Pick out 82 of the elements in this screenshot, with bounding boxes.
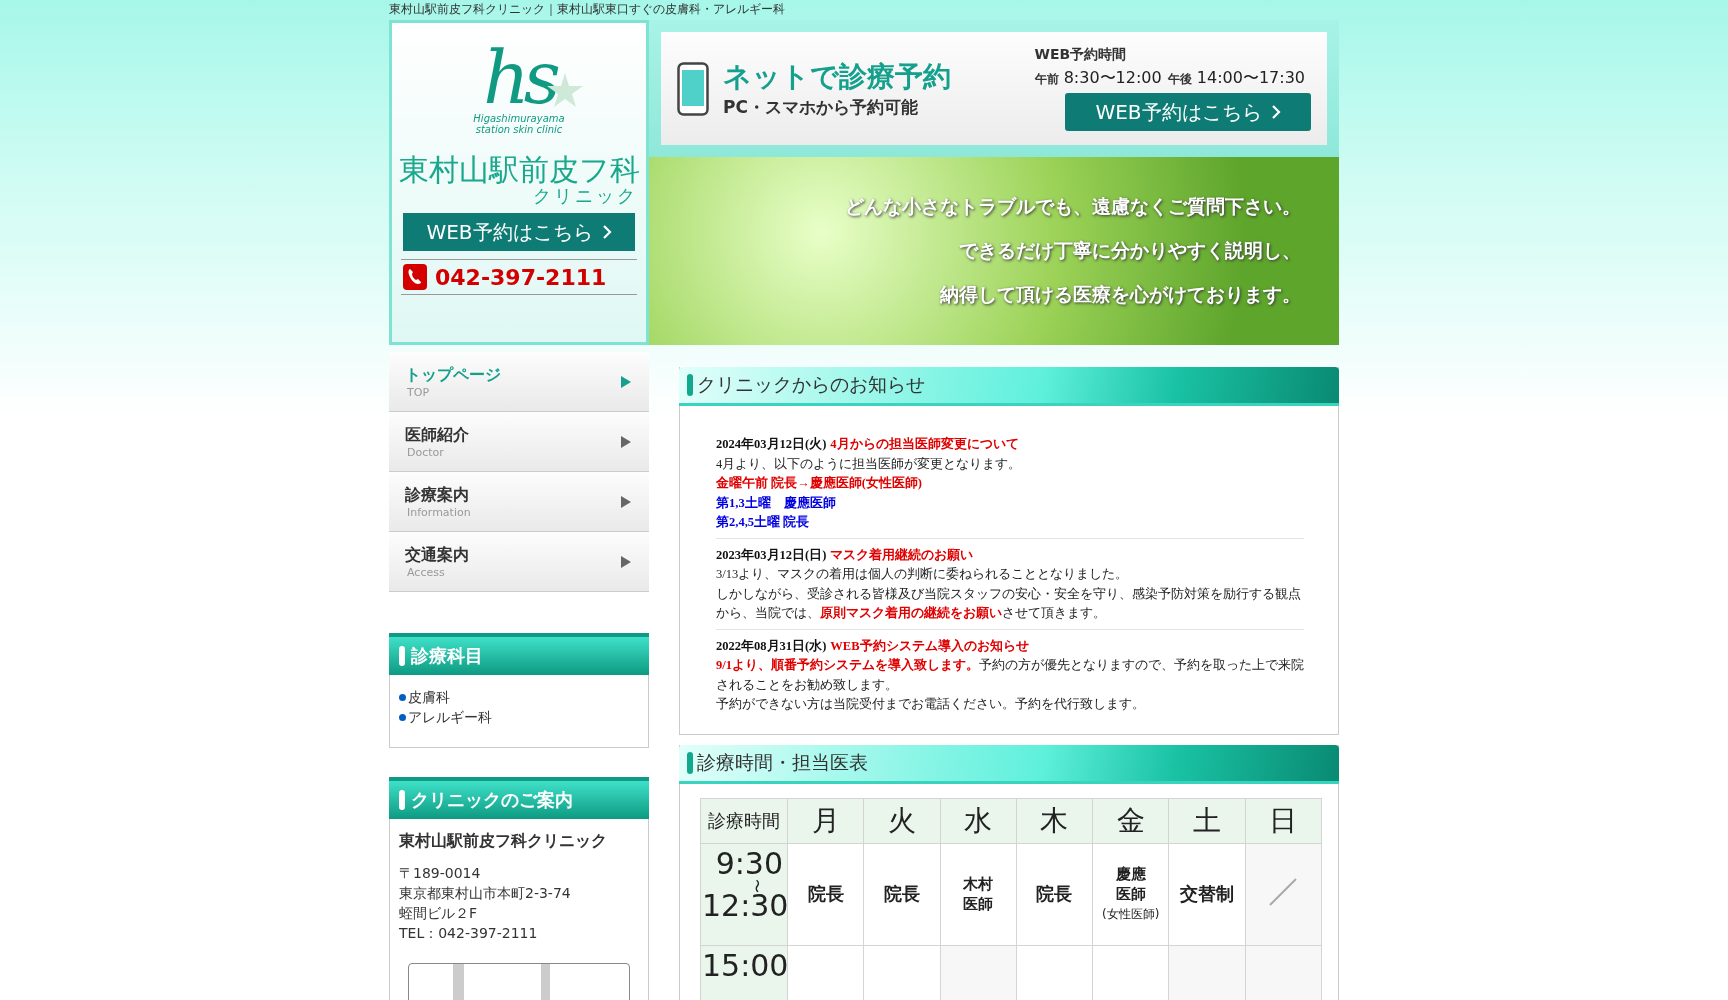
pm-label: 午後 bbox=[1167, 72, 1192, 86]
news-text: 第1,3土曜 慶應医師 bbox=[716, 494, 837, 512]
table-cell: 木村 医師 bbox=[940, 843, 1017, 945]
nav-label: 医師紹介 bbox=[405, 424, 470, 446]
table-cell: 院長 bbox=[787, 843, 864, 945]
address-line: 〒189-0014 bbox=[399, 864, 482, 883]
nav-sublabel: Access bbox=[407, 565, 446, 579]
table-header: 診療時間 bbox=[700, 798, 788, 843]
reservation-subline: PC・スマホから予約可能 bbox=[723, 96, 919, 119]
am-label: 午前 bbox=[1034, 72, 1059, 86]
news-text: 9/1より、順番予約システムを導入致します。予約の方が優先となりますので、予約を取った上で来院されることをお勧め致します。 bbox=[716, 657, 1304, 694]
department-item: アレルギー科 bbox=[408, 708, 492, 727]
news-text: 4月より、以下のように担当医師が変更となります。 bbox=[716, 455, 1023, 473]
department-item: 皮膚科 bbox=[408, 688, 450, 707]
section-title: 診療時間・担当医表 bbox=[697, 749, 868, 775]
banner-text: 納得して頂ける医療を心がけております。 bbox=[940, 282, 1301, 307]
web-reservation-button[interactable]: WEB予約はこちら bbox=[1065, 93, 1311, 131]
address-line: 蛭間ビル２F bbox=[399, 904, 479, 923]
slash-icon bbox=[1269, 877, 1298, 906]
table-cell: 院長 bbox=[863, 843, 941, 945]
news-text: 3/13より、マスクの着用は個人の判断に委ねられることとなりました。 bbox=[716, 566, 1130, 583]
news-date: 2023年03月12日(日) bbox=[716, 546, 827, 564]
pill-icon bbox=[687, 751, 693, 774]
banner-text: どんな小さなトラブルでも、遠慮なくご質問下さい。 bbox=[845, 194, 1301, 219]
chevron-icon bbox=[1271, 105, 1281, 119]
news-text: 第2,4,5土曜 院長 bbox=[716, 514, 811, 531]
section-title: クリニックのご案内 bbox=[411, 788, 573, 812]
news-date: 2024年03月12日(火) bbox=[716, 436, 827, 453]
phone-icon bbox=[403, 264, 427, 290]
news-text: 金曜午前 院長→慶應医師(女性医師) bbox=[716, 475, 923, 492]
table-header: 日 bbox=[1245, 798, 1322, 843]
pm-hours: 14:00〜17:30 bbox=[1196, 68, 1305, 87]
news-date: 2022年08月31日(水) bbox=[716, 637, 827, 655]
clinic-info-name: 東村山駅前皮フ科クリニック bbox=[399, 831, 608, 851]
reservation-headline: ネットで診療予約 bbox=[723, 59, 951, 95]
phone-number: 042-397-2111 bbox=[435, 264, 607, 290]
nav-label: トップページ bbox=[405, 364, 502, 386]
web-reservation-button[interactable]: WEB予約はこちら bbox=[403, 213, 635, 251]
clinic-name: 東村山駅前皮フ科 bbox=[398, 153, 640, 187]
table-header: 月 bbox=[787, 798, 864, 843]
table-header: 水 bbox=[940, 798, 1017, 843]
nav-label: 交通案内 bbox=[405, 544, 470, 566]
section-title: クリニックからのお知らせ bbox=[697, 372, 925, 397]
table-cell: 院長 bbox=[1016, 843, 1093, 945]
nav-label: 診療案内 bbox=[405, 484, 470, 506]
table-header: 土 bbox=[1168, 798, 1246, 843]
news-title: マスク着用継続のお願い bbox=[830, 546, 974, 564]
table-cell: 交替制 bbox=[1168, 843, 1246, 945]
logo-roman-text: Higashimurayama station skin clinic bbox=[473, 113, 565, 135]
triangle-icon bbox=[621, 375, 631, 388]
news-title: 4月からの担当医師変更について bbox=[830, 435, 1019, 453]
time-cell: 9:30 〜 12:30 bbox=[700, 843, 788, 945]
chevron-icon bbox=[602, 225, 612, 239]
pill-icon bbox=[687, 374, 693, 396]
news-text: 予約ができない方は当院受付までお電話ください。予約を代行致します。 bbox=[716, 696, 1146, 713]
news-text: しかしながら、受診される皆様及び当院スタッフの安心・安全を守り、感染予防対策を励行する観点から、当院では、原則マスク着用の継続をお願いさせて頂きます。 bbox=[716, 585, 1302, 622]
time-cell: 15:00 bbox=[700, 945, 788, 1000]
news-title: WEB予約システム導入のお知らせ bbox=[830, 637, 1029, 655]
logo-monogram: hs bbox=[483, 43, 555, 113]
hours-title: WEB予約時間 bbox=[1034, 46, 1128, 64]
table-header: 木 bbox=[1016, 798, 1093, 843]
pill-icon bbox=[399, 790, 405, 810]
pill-icon bbox=[399, 646, 405, 666]
triangle-icon bbox=[621, 555, 631, 568]
section-title: 診療科目 bbox=[411, 644, 483, 668]
table-header: 火 bbox=[863, 798, 941, 843]
clinic-name-sub: クリニック bbox=[533, 187, 638, 205]
bullet-icon bbox=[399, 693, 406, 701]
triangle-icon bbox=[621, 435, 631, 448]
am-hours: 8:30〜12:00 bbox=[1063, 68, 1162, 87]
banner-text: できるだけ丁寧に分かりやすく説明し、 bbox=[959, 238, 1301, 263]
smartphone-icon bbox=[677, 61, 709, 116]
nav-sublabel: Doctor bbox=[407, 445, 445, 459]
triangle-icon bbox=[621, 495, 631, 508]
table-header: 金 bbox=[1092, 798, 1169, 843]
nav-sublabel: TOP bbox=[407, 385, 430, 399]
address-line: TEL：042-397-2111 bbox=[399, 924, 539, 943]
nav-sublabel: Information bbox=[407, 505, 472, 519]
address-line: 東京都東村山市本町2-3-74 bbox=[399, 884, 572, 903]
page-caption: 東村山駅前皮フ科クリニック｜東村山駅東口すぐの皮膚科・アレルギー科 bbox=[389, 1, 786, 18]
bullet-icon bbox=[399, 713, 406, 721]
table-cell: 慶應 医師 (女性医師) bbox=[1092, 843, 1169, 945]
